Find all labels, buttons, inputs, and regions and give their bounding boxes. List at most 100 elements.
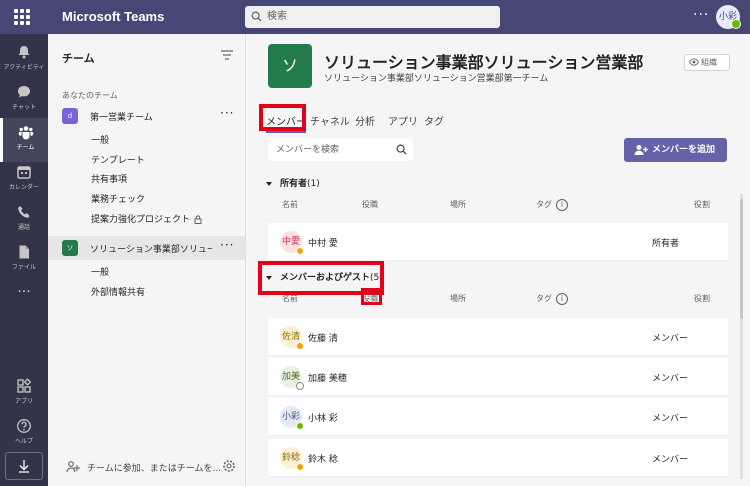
avatar-initials: 加美 (281, 372, 300, 382)
col-header-role: 役割 (694, 294, 710, 303)
team-name: 第一営業チーム (90, 113, 153, 123)
bell-icon (18, 46, 30, 59)
avatar-initials: 佐清 (281, 332, 300, 342)
org-visibility-button[interactable]: 組織 (684, 54, 730, 71)
col-header-role: 役割 (694, 200, 710, 209)
download-button[interactable] (5, 452, 43, 480)
org-label: 組織 (701, 58, 717, 67)
col-header-tags: タグ i (536, 199, 568, 211)
help-icon (17, 419, 31, 433)
channel-item-private[interactable]: 提案力強化プロジェクト (91, 212, 202, 225)
channel-item[interactable]: 共有事項 (91, 172, 127, 185)
tab-apps[interactable]: アプリ (388, 113, 418, 128)
app-rail: アクティビティ チャット チーム カレンダー 通話 ファイル ··· アプリ ヘ… (0, 34, 48, 486)
member-name: 加藤 美穂 (308, 374, 347, 384)
add-member-button[interactable]: メンバーを追加 (624, 138, 727, 162)
rail-calendar[interactable]: カレンダー (0, 158, 48, 202)
rail-chat[interactable]: チャット (0, 78, 48, 122)
rail-apps[interactable]: アプリ (0, 372, 48, 416)
join-team-label: チームに参加、またはチームを... (87, 464, 222, 474)
rail-calls[interactable]: 通話 (0, 198, 48, 242)
team-item[interactable]: d 第一営業チーム ··· (48, 104, 245, 128)
member-name: 小林 彩 (308, 414, 338, 424)
table-row[interactable]: 鈴稔 鈴木 稔 メンバー (268, 439, 728, 477)
channel-item[interactable]: 業務チェック (91, 192, 145, 205)
table-row[interactable]: 小彩 小林 彩 メンバー (268, 398, 728, 436)
col-header-name: 名前 (282, 294, 298, 303)
table-row[interactable]: 加美 加藤 美穂 メンバー (268, 358, 728, 396)
col-header-location: 場所 (450, 294, 466, 303)
sidebar-title: チーム (62, 52, 95, 65)
member-search-input[interactable]: メンバーを検索 (268, 139, 413, 161)
status-dot (296, 422, 304, 430)
status-dot (296, 382, 304, 390)
owners-count: (1) (307, 179, 320, 189)
user-avatar[interactable]: 小彩 (716, 5, 741, 29)
team-subtitle: ソリューション事業部ソリューション営業部第一チーム (324, 74, 549, 84)
info-icon[interactable]: i (556, 199, 568, 211)
join-or-create-team[interactable]: チームに参加、またはチームを... (48, 458, 245, 478)
lock-icon (194, 215, 202, 224)
tab-analytics[interactable]: 分析 (355, 113, 375, 128)
status-dot (296, 463, 304, 471)
channel-item[interactable]: テンプレート (91, 153, 145, 166)
member-role: 所有者 (652, 239, 680, 249)
tags-label: タグ (536, 294, 552, 303)
search-placeholder: 検索 (267, 11, 287, 22)
owners-section-header[interactable]: 所有者(1) (266, 176, 320, 189)
chat-icon (18, 86, 30, 98)
search-icon (251, 11, 262, 22)
app-launcher-icon[interactable] (14, 9, 30, 25)
rail-label: ヘルプ (14, 438, 33, 445)
team-title: ソリューション事業部ソリューション営業部第一... (324, 55, 644, 72)
rail-help[interactable]: ヘルプ (0, 412, 48, 456)
member-search-placeholder: メンバーを検索 (276, 145, 340, 155)
col-header-location: 場所 (450, 200, 466, 209)
phone-icon (18, 206, 30, 218)
table-row[interactable]: 佐清 佐藤 清 メンバー (268, 318, 728, 356)
channel-item[interactable]: 外部情報共有 (91, 285, 145, 298)
your-teams-label: あなたのチーム (62, 91, 118, 100)
teams-sidebar: チーム あなたのチーム d 第一営業チーム ··· 一般 テンプレート 共有事項… (48, 34, 246, 486)
rail-label: チャット (12, 104, 36, 111)
member-name: 鈴木 稔 (308, 455, 338, 465)
rail-more-button[interactable]: ··· (0, 284, 48, 300)
filter-icon[interactable] (221, 50, 233, 60)
gear-icon[interactable] (222, 459, 236, 473)
info-icon[interactable]: i (556, 293, 568, 305)
rail-label: 通話 (17, 224, 30, 231)
col-header-title: 役職 (362, 200, 378, 209)
rail-activity[interactable]: アクティビティ (0, 38, 48, 82)
col-header-name: 名前 (282, 200, 298, 209)
tags-label: タグ (536, 200, 552, 209)
rail-label: カレンダー (8, 184, 39, 191)
team-avatar: ソ (62, 240, 78, 256)
tab-tags[interactable]: タグ (424, 113, 444, 128)
apps-icon (17, 378, 32, 393)
tab-channels[interactable]: チャネル (310, 113, 350, 128)
channel-item[interactable]: 一般 (91, 133, 109, 146)
rail-label: ファイル (11, 264, 36, 271)
channel-item[interactable]: 一般 (91, 265, 109, 278)
member-role: メンバー (652, 414, 689, 424)
file-icon (19, 245, 29, 259)
team-header-avatar: ソ (268, 44, 312, 88)
avatar-initials: 鈴稔 (281, 453, 300, 463)
team-more-button[interactable]: ··· (220, 106, 234, 120)
team-item-selected[interactable]: ソ ソリューション事業部ソリュー... ··· (48, 236, 245, 260)
eye-icon (689, 58, 699, 66)
more-options-button[interactable]: ··· (693, 7, 709, 23)
owners-label: 所有者 (280, 179, 308, 189)
table-row[interactable]: 中愛 中村 愛 所有者 (268, 223, 728, 261)
status-dot (296, 342, 304, 350)
rail-files[interactable]: ファイル (0, 238, 48, 282)
rail-label: アプリ (14, 398, 33, 405)
team-more-button[interactable]: ··· (220, 238, 234, 252)
col-header-tags: タグ i (536, 293, 568, 305)
scrollbar-thumb[interactable] (740, 199, 743, 319)
rail-teams[interactable]: チーム (0, 118, 48, 162)
avatar-initials: 中愛 (281, 237, 300, 247)
avatar-initials: 小彩 (281, 412, 300, 422)
member-role: メンバー (652, 334, 689, 344)
search-input[interactable]: 検索 (245, 6, 500, 28)
